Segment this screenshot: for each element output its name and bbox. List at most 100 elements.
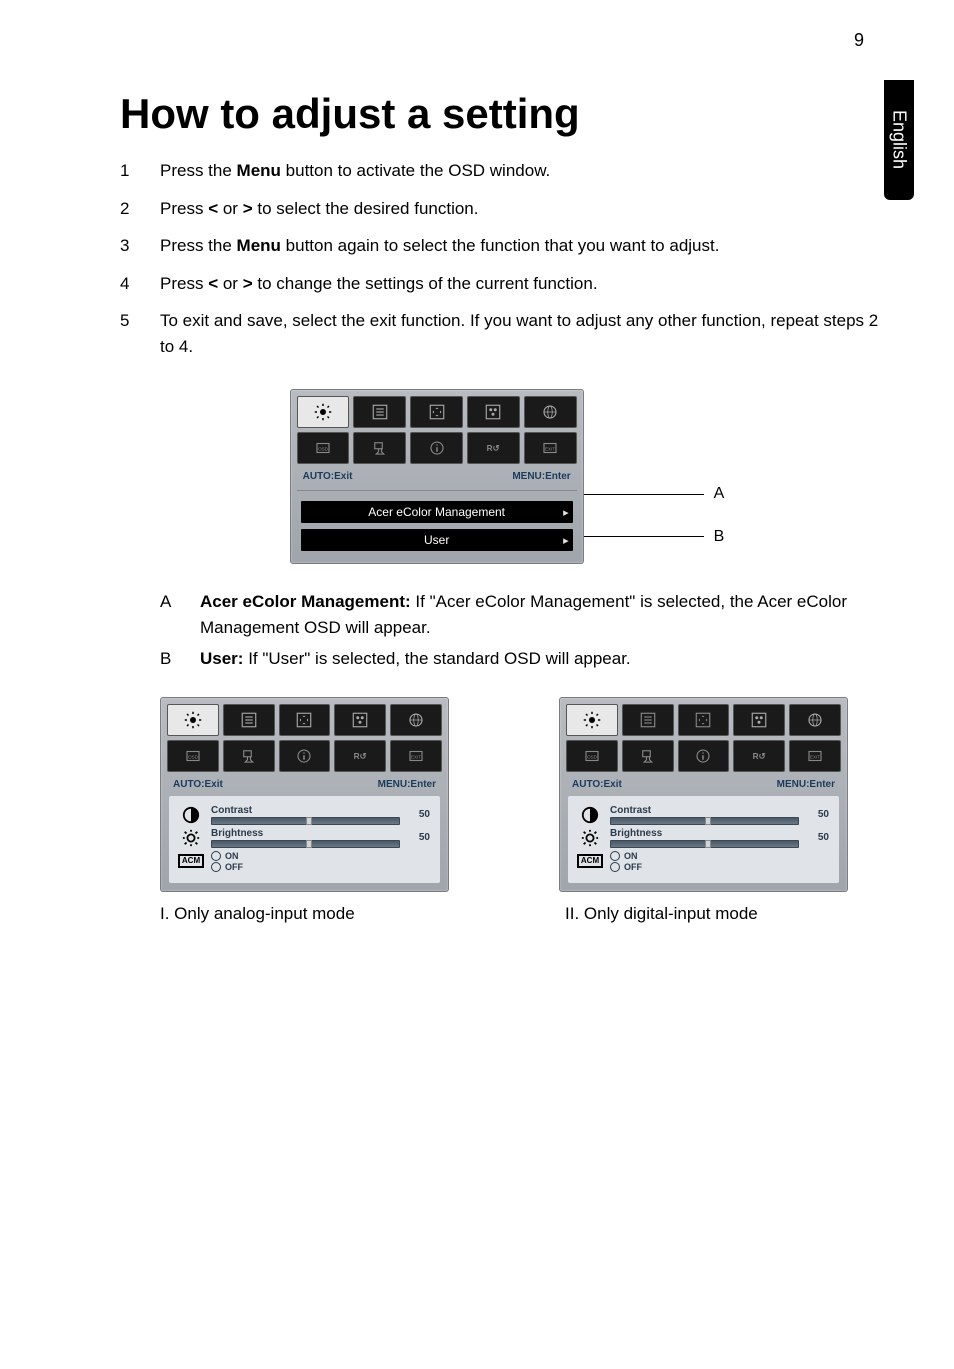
brightness-value: 50 bbox=[408, 832, 430, 843]
osd-tab-row-2: OSD R↺ EXIT bbox=[566, 740, 841, 772]
sun-outline-icon bbox=[179, 828, 203, 848]
contrast-label: Contrast bbox=[610, 805, 799, 816]
exit-icon[interactable]: EXIT bbox=[390, 740, 442, 772]
step-text: Press < or > to select the desired funct… bbox=[160, 196, 478, 222]
exit-icon[interactable]: EXIT bbox=[789, 740, 841, 772]
contrast-slider[interactable]: Contrast bbox=[211, 805, 400, 825]
slider-track[interactable] bbox=[610, 817, 799, 825]
rgb-dots-icon[interactable] bbox=[733, 704, 785, 736]
step-text: To exit and save, select the exit functi… bbox=[160, 308, 894, 359]
radio-off[interactable] bbox=[610, 862, 620, 872]
signal-icon[interactable] bbox=[353, 432, 406, 464]
radio-off[interactable] bbox=[211, 862, 221, 872]
globe-icon[interactable] bbox=[524, 396, 577, 428]
legend-a: A Acer eColor Management: If "Acer eColo… bbox=[160, 589, 894, 640]
callout-letter-b: B bbox=[714, 528, 725, 546]
brightness-sun-icon[interactable] bbox=[297, 396, 350, 428]
osd-main-panel: OSD R↺ EXIT AUTO:Exit bbox=[290, 389, 584, 564]
move-arrows-icon[interactable] bbox=[279, 704, 331, 736]
arrow-right-icon: ▸ bbox=[563, 534, 569, 547]
panel-captions: I. Only analog-input mode II. Only digit… bbox=[160, 904, 894, 924]
osd-icon[interactable]: OSD bbox=[566, 740, 618, 772]
slider-track[interactable] bbox=[211, 817, 400, 825]
contrast-row: Contrast 50 bbox=[179, 805, 430, 825]
reset-icon[interactable]: R↺ bbox=[334, 740, 386, 772]
brightness-label: Brightness bbox=[211, 828, 400, 839]
step-1: 1 Press the Menu button to activate the … bbox=[120, 158, 894, 184]
menu-lines-icon[interactable] bbox=[622, 704, 674, 736]
move-arrows-icon[interactable] bbox=[678, 704, 730, 736]
brightness-slider[interactable]: Brightness bbox=[610, 828, 799, 848]
ecolor-management-row[interactable]: Acer eColor Management ▸ bbox=[301, 501, 573, 523]
legend-letter: B bbox=[160, 646, 200, 672]
user-row[interactable]: User ▸ bbox=[301, 529, 573, 551]
brightness-sun-icon[interactable] bbox=[566, 704, 618, 736]
step-number: 5 bbox=[120, 308, 160, 359]
slider-track[interactable] bbox=[211, 840, 400, 848]
two-osd-panels: OSD R↺ EXIT AUTO:Exit MENU:Enter Contras… bbox=[160, 697, 894, 892]
rgb-dots-icon[interactable] bbox=[334, 704, 386, 736]
info-icon[interactable] bbox=[678, 740, 730, 772]
half-circle-icon bbox=[578, 805, 602, 825]
contrast-slider[interactable]: Contrast bbox=[610, 805, 799, 825]
globe-icon[interactable] bbox=[789, 704, 841, 736]
acm-row: ACM ON OFF bbox=[578, 851, 829, 872]
svg-text:OSD: OSD bbox=[587, 754, 598, 759]
brightness-row: Brightness 50 bbox=[179, 828, 430, 848]
move-arrows-icon[interactable] bbox=[410, 396, 463, 428]
brightness-slider[interactable]: Brightness bbox=[211, 828, 400, 848]
menu-lines-icon[interactable] bbox=[353, 396, 406, 428]
brightness-sun-icon[interactable] bbox=[167, 704, 219, 736]
step-text: Press the Menu button again to select th… bbox=[160, 233, 719, 259]
on-label: ON bbox=[225, 851, 239, 861]
menu-lines-icon[interactable] bbox=[223, 704, 275, 736]
step-3: 3 Press the Menu button again to select … bbox=[120, 233, 894, 259]
signal-icon[interactable] bbox=[223, 740, 275, 772]
acm-onoff[interactable]: ON OFF bbox=[610, 851, 642, 872]
acm-onoff[interactable]: ON OFF bbox=[211, 851, 243, 872]
ecolor-management-label: Acer eColor Management bbox=[309, 505, 565, 519]
osd-tab-row-1 bbox=[297, 396, 577, 428]
contrast-label: Contrast bbox=[211, 805, 400, 816]
radio-on[interactable] bbox=[610, 851, 620, 861]
osd-digital-panel: OSD R↺ EXIT AUTO:Exit MENU:Enter Contras… bbox=[559, 697, 848, 892]
step-text: Press < or > to change the settings of t… bbox=[160, 271, 598, 297]
caption-analog: I. Only analog-input mode bbox=[160, 904, 435, 924]
osd-icon[interactable]: OSD bbox=[167, 740, 219, 772]
svg-text:R↺: R↺ bbox=[354, 752, 367, 761]
auto-exit-label: AUTO:Exit bbox=[173, 779, 223, 790]
osd-icon[interactable]: OSD bbox=[297, 432, 350, 464]
contrast-value: 50 bbox=[408, 809, 430, 820]
svg-text:R↺: R↺ bbox=[753, 752, 766, 761]
caption-digital: II. Only digital-input mode bbox=[565, 904, 840, 924]
svg-text:R↺: R↺ bbox=[487, 444, 500, 453]
legend-letter: A bbox=[160, 589, 200, 640]
osd-divider bbox=[297, 490, 577, 491]
step-text: Press the Menu button to activate the OS… bbox=[160, 158, 550, 184]
osd-tab-row-2: OSD R↺ EXIT bbox=[297, 432, 577, 464]
on-label: ON bbox=[624, 851, 638, 861]
center-osd-figure: OSD R↺ EXIT AUTO:Exit bbox=[120, 389, 894, 564]
osd-hint-row: AUTO:Exit MENU:Enter bbox=[167, 776, 442, 796]
signal-icon[interactable] bbox=[622, 740, 674, 772]
slider-track[interactable] bbox=[610, 840, 799, 848]
rgb-dots-icon[interactable] bbox=[467, 396, 520, 428]
callout-b: B bbox=[584, 528, 725, 546]
legend-block: A Acer eColor Management: If "Acer eColo… bbox=[160, 589, 894, 672]
acm-row: ACM ON OFF bbox=[179, 851, 430, 872]
callout-line bbox=[584, 494, 704, 495]
reset-icon[interactable]: R↺ bbox=[467, 432, 520, 464]
user-label: User bbox=[309, 533, 565, 547]
exit-icon[interactable]: EXIT bbox=[524, 432, 577, 464]
step-number: 3 bbox=[120, 233, 160, 259]
arrow-right-icon: ▸ bbox=[563, 506, 569, 519]
reset-icon[interactable]: R↺ bbox=[733, 740, 785, 772]
contrast-row: Contrast 50 bbox=[578, 805, 829, 825]
step-5: 5 To exit and save, select the exit func… bbox=[120, 308, 894, 359]
info-icon[interactable] bbox=[410, 432, 463, 464]
svg-text:EXIT: EXIT bbox=[411, 754, 421, 759]
info-icon[interactable] bbox=[279, 740, 331, 772]
legend-text: Acer eColor Management: If "Acer eColor … bbox=[200, 589, 894, 640]
globe-icon[interactable] bbox=[390, 704, 442, 736]
radio-on[interactable] bbox=[211, 851, 221, 861]
